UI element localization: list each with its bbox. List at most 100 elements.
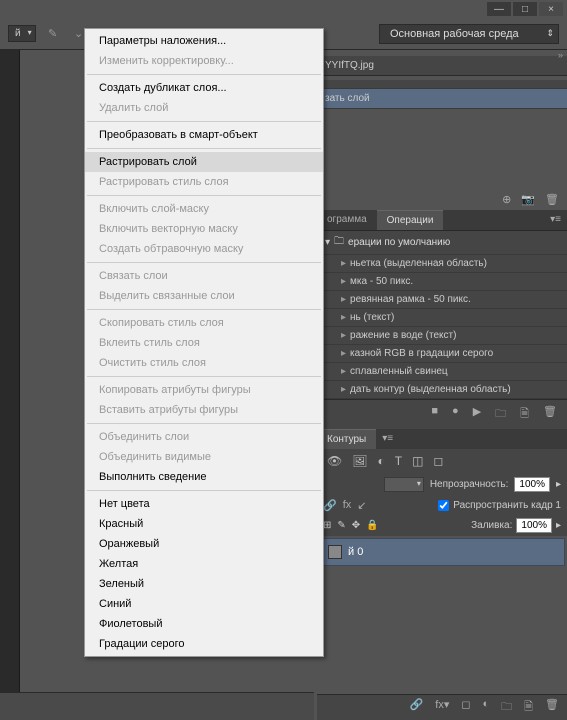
adjust-filter-icon[interactable]: ◐	[377, 454, 384, 468]
image-filter-icon[interactable]: 🖼	[352, 454, 367, 468]
context-menu-item[interactable]: Оранжевый	[85, 534, 323, 554]
context-menu-item[interactable]: Желтая	[85, 554, 323, 574]
tab-paths[interactable]: Контуры	[317, 429, 376, 449]
delete-icon[interactable]: 🗑	[543, 405, 557, 424]
chevron-right-icon: ▸	[341, 330, 346, 341]
layer-fill-row: ⊞ ✎ ✥ 🔒 Заливка: 100% ▸	[317, 515, 567, 536]
window-title-bar: — □ ×	[0, 0, 567, 18]
play-icon[interactable]: ▶	[473, 405, 481, 424]
panel-row[interactable]	[317, 80, 567, 89]
window-close-button[interactable]: ×	[539, 2, 563, 16]
camera-icon[interactable]: 📷	[521, 193, 535, 206]
folder-label: ерации по умолчанию	[348, 237, 450, 248]
context-menu-item: Вклеить стиль слоя	[85, 333, 323, 353]
chevron-right-icon: ▸	[341, 294, 346, 305]
action-item[interactable]: ▸дать контур (выделенная область)	[317, 381, 567, 399]
stop-icon[interactable]: ■	[431, 405, 438, 424]
filter-icon[interactable]: 👁	[327, 454, 342, 468]
workspace-dropdown[interactable]: Основная рабочая среда	[379, 24, 559, 44]
actions-folder[interactable]: ▾ 🗀 ерации по умолчанию	[317, 231, 567, 255]
layer-lock-row: 🔗 fx ↙ Распространить кадр 1	[317, 496, 567, 515]
adjustment-icon[interactable]: ◐	[483, 698, 490, 717]
tab-histogram[interactable]: ограмма	[317, 210, 377, 230]
mask-icon[interactable]: ◻	[461, 698, 470, 717]
propagate-checkbox[interactable]	[438, 500, 449, 511]
mask-arrow-icon[interactable]: ↙	[357, 499, 366, 512]
link-icon[interactable]: 🔗	[323, 499, 337, 512]
panel-tabs-2: Контуры ▾≡	[317, 429, 567, 449]
context-menu-item: Выделить связанные слои	[85, 286, 323, 306]
new-folder-icon[interactable]: ⊕	[502, 193, 511, 206]
context-menu-item[interactable]: Преобразовать в смарт-объект	[85, 125, 323, 145]
action-item[interactable]: ▸ревянная рамка - 50 пикс.	[317, 291, 567, 309]
sample-icon[interactable]: ✎	[44, 25, 62, 43]
action-item[interactable]: ▸ражение в воде (текст)	[317, 327, 567, 345]
lock-trans-icon[interactable]: ⊞	[323, 520, 331, 531]
panel-menu-icon-2[interactable]: ▾≡	[376, 429, 399, 449]
context-menu-item[interactable]: Красный	[85, 514, 323, 534]
action-item[interactable]: ▸ньетка (выделенная область)	[317, 255, 567, 273]
shape-filter-icon[interactable]: ◫	[412, 454, 423, 468]
layer-blend-row: Непрозрачность: 100% ▸	[317, 473, 567, 496]
inner-panel: зать слой	[317, 80, 567, 109]
context-menu-item[interactable]: Нет цвета	[85, 494, 323, 514]
opacity-value[interactable]: 100%	[514, 477, 550, 492]
fill-value[interactable]: 100%	[516, 518, 552, 533]
link-layers-icon[interactable]: 🔗	[410, 698, 424, 717]
context-menu-item[interactable]: Параметры наложения...	[85, 31, 323, 51]
tab-actions[interactable]: Операции	[377, 210, 444, 230]
record-icon[interactable]: ●	[452, 405, 459, 424]
context-menu-item[interactable]: Фиолетовый	[85, 614, 323, 634]
lock-move-icon[interactable]: ✥	[352, 520, 360, 531]
chevron-right-icon: ▸	[341, 384, 346, 395]
new-action-icon[interactable]: 🗎	[520, 405, 529, 424]
document-tab[interactable]: YYIfTQ.jpg	[317, 56, 567, 76]
context-menu-item[interactable]: Зеленый	[85, 574, 323, 594]
chevron-right-icon: ▸	[341, 312, 346, 323]
window-minimize-button[interactable]: —	[487, 2, 511, 16]
new-layer-icon[interactable]: 🗎	[524, 698, 533, 717]
context-menu-item: Копировать атрибуты фигуры	[85, 380, 323, 400]
actions-playbar: ■ ● ▶ 🗀 🗎 🗑	[317, 399, 567, 429]
lock-paint-icon[interactable]: ✎	[337, 520, 345, 531]
fx-icon[interactable]: fx	[343, 499, 352, 512]
menu-separator	[87, 121, 321, 122]
context-menu-item: Объединить слои	[85, 427, 323, 447]
new-set-icon[interactable]: 🗀	[495, 405, 506, 424]
blend-mode-dropdown[interactable]	[384, 477, 424, 492]
panel-row-selected[interactable]: зать слой	[317, 89, 567, 109]
opacity-arrow-icon[interactable]: ▸	[556, 479, 561, 490]
layer-name: й 0	[348, 546, 363, 558]
delete-layer-icon[interactable]: 🗑	[545, 698, 559, 717]
layer-thumbnail	[328, 545, 342, 559]
context-menu-item: Включить слой-маску	[85, 199, 323, 219]
smart-filter-icon[interactable]: ◻	[433, 454, 443, 468]
fx-menu-icon[interactable]: fx▾	[435, 698, 449, 717]
menu-separator	[87, 262, 321, 263]
layer-item[interactable]: й 0	[319, 538, 565, 566]
menu-separator	[87, 309, 321, 310]
chevron-right-icon: ▸	[341, 366, 346, 377]
action-item[interactable]: ▸нь (текст)	[317, 309, 567, 327]
tool-preset-dropdown[interactable]: й	[8, 25, 36, 42]
fill-arrow-icon[interactable]: ▸	[556, 520, 561, 531]
panels-column: » YYIfTQ.jpg зать слой ⊕ 📷 🗑 ограмма Опе…	[317, 56, 567, 720]
action-item[interactable]: ▸мка - 50 пикс.	[317, 273, 567, 291]
lock-all-icon[interactable]: 🔒	[366, 520, 378, 531]
context-menu-item[interactable]: Выполнить сведение	[85, 467, 323, 487]
context-menu-item: Удалить слой	[85, 98, 323, 118]
context-menu-item[interactable]: Растрировать слой	[85, 152, 323, 172]
chevron-right-icon: ▸	[341, 258, 346, 269]
action-item[interactable]: ▸казной RGB в градации серого	[317, 345, 567, 363]
context-menu-item[interactable]: Синий	[85, 594, 323, 614]
expand-icon[interactable]: »	[558, 50, 563, 60]
panel-menu-icon[interactable]: ▾≡	[544, 210, 567, 230]
action-item[interactable]: ▸сплавленный свинец	[317, 363, 567, 381]
group-icon[interactable]: 🗀	[501, 698, 512, 717]
trash-icon[interactable]: 🗑	[545, 193, 559, 206]
type-filter-icon[interactable]: T	[395, 454, 402, 468]
context-menu-item[interactable]: Создать дубликат слоя...	[85, 78, 323, 98]
opacity-label: Непрозрачность:	[430, 479, 509, 490]
window-maximize-button[interactable]: □	[513, 2, 537, 16]
context-menu-item[interactable]: Градации серого	[85, 634, 323, 654]
